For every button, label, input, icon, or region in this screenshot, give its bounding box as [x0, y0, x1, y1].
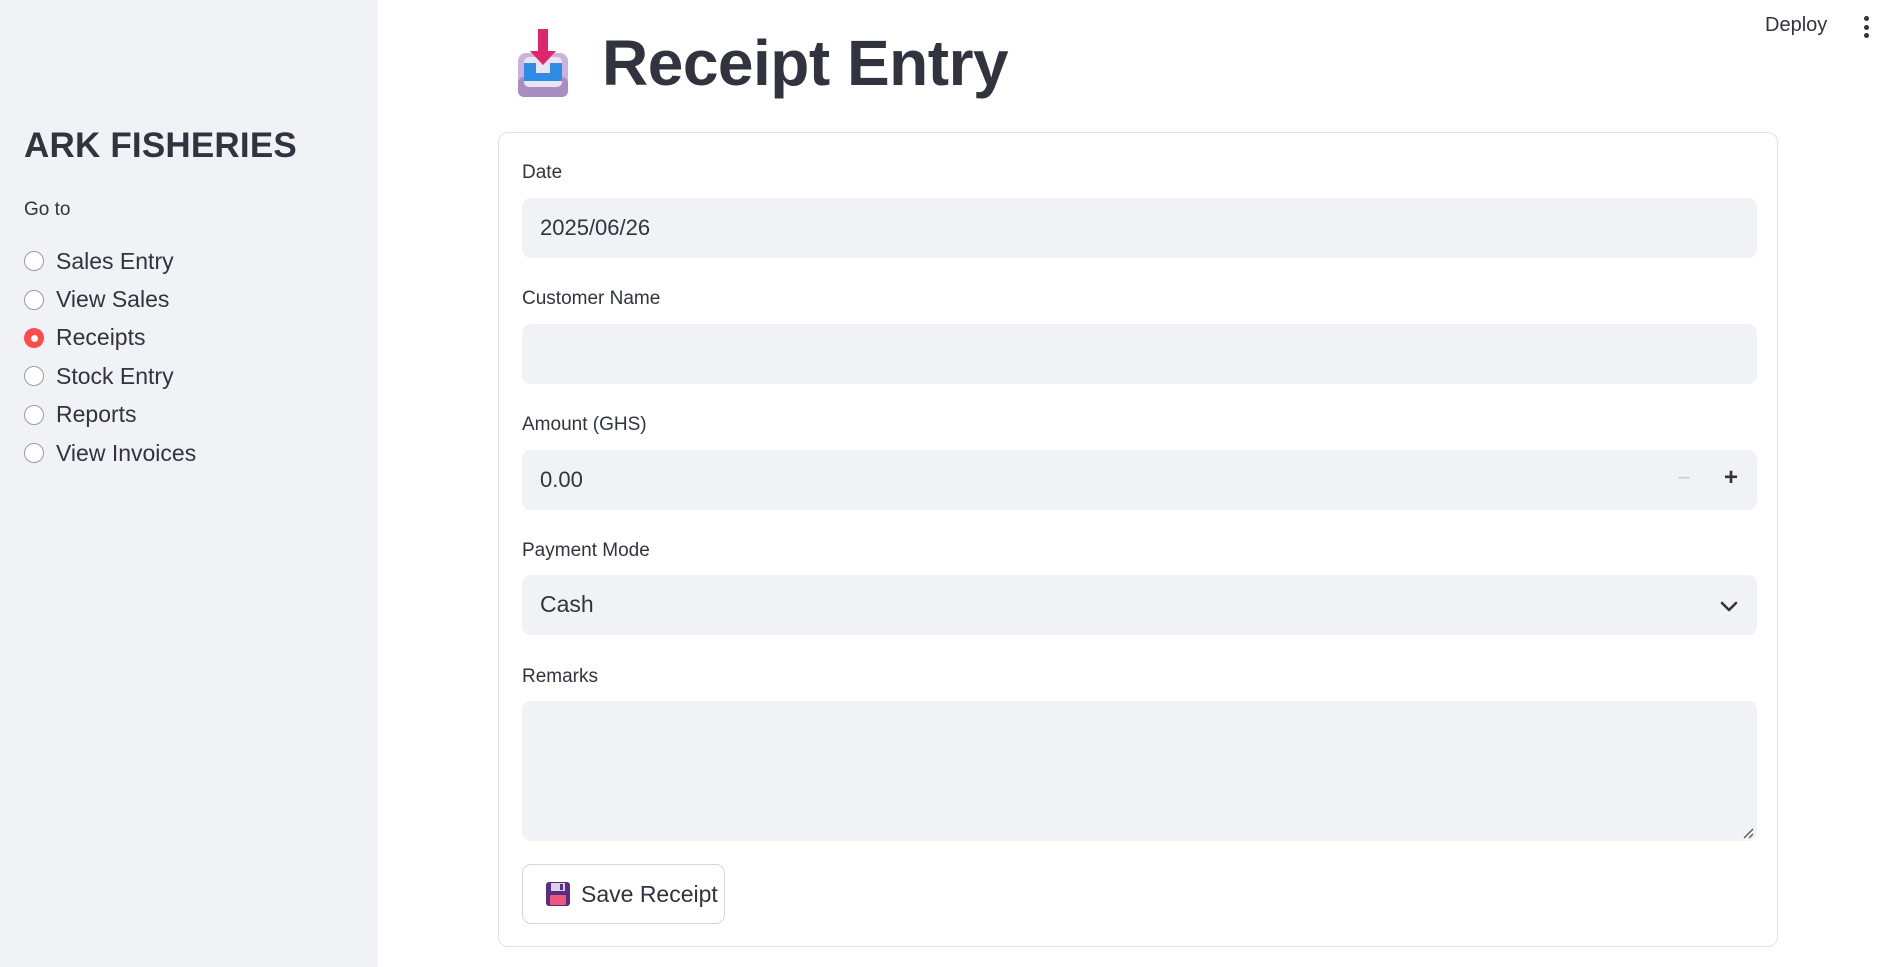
nav-radio-group: Sales Entry View Sales Receipts Stock En…	[24, 242, 196, 472]
nav-heading: Go to	[24, 199, 71, 220]
nav-item-sales-entry[interactable]: Sales Entry	[24, 242, 196, 280]
page-header: Receipt Entry	[514, 26, 1009, 100]
payment-mode-select[interactable]: Cash	[522, 575, 1757, 635]
remarks-textarea[interactable]	[522, 701, 1757, 841]
date-input[interactable]	[522, 198, 1757, 258]
radio-button[interactable]	[24, 289, 44, 310]
sidebar: ARK FISHERIES Go to Sales Entry View Sal…	[0, 0, 378, 967]
nav-item-receipts[interactable]: Receipts	[24, 319, 196, 357]
nav-item-label: Sales Entry	[56, 247, 174, 274]
nav-item-label: View Sales	[56, 286, 170, 313]
customer-name-input[interactable]	[522, 324, 1757, 384]
inbox-tray-icon	[518, 29, 568, 97]
nav-item-stock-entry[interactable]: Stock Entry	[24, 357, 196, 395]
remarks-label: Remarks	[522, 666, 599, 687]
kebab-vertical-icon[interactable]	[1858, 16, 1874, 40]
radio-button[interactable]	[24, 404, 44, 425]
resize-handle-icon[interactable]	[1740, 825, 1754, 839]
chevron-down-icon	[1720, 601, 1738, 612]
page-title: Receipt Entry	[602, 27, 1009, 99]
sidebar-brand-title: ARK FISHERIES	[24, 126, 297, 165]
radio-button[interactable]	[24, 251, 44, 272]
radio-button-selected[interactable]	[24, 327, 44, 348]
nav-item-label: View Invoices	[56, 439, 197, 466]
floppy-disk-icon	[546, 882, 570, 906]
radio-button[interactable]	[24, 366, 44, 387]
nav-item-view-invoices[interactable]: View Invoices	[24, 434, 196, 472]
deploy-button[interactable]: Deploy	[1765, 14, 1827, 37]
amount-label: Amount (GHS)	[522, 414, 647, 435]
nav-item-label: Receipts	[56, 324, 146, 351]
decrement-button[interactable]: −	[1672, 466, 1696, 490]
save-receipt-button[interactable]: Save Receipt	[522, 864, 725, 924]
amount-input[interactable]	[522, 450, 1757, 510]
date-label: Date	[522, 162, 563, 183]
nav-item-label: Stock Entry	[56, 362, 174, 389]
payment-mode-value: Cash	[540, 591, 594, 617]
radio-button[interactable]	[24, 443, 44, 464]
nav-item-reports[interactable]: Reports	[24, 396, 196, 434]
customer-name-label: Customer Name	[522, 288, 661, 309]
nav-item-view-sales[interactable]: View Sales	[24, 280, 196, 318]
payment-mode-label: Payment Mode	[522, 540, 650, 561]
increment-button[interactable]: +	[1719, 466, 1743, 490]
save-receipt-label: Save Receipt	[581, 880, 718, 907]
nav-item-label: Reports	[56, 401, 137, 428]
